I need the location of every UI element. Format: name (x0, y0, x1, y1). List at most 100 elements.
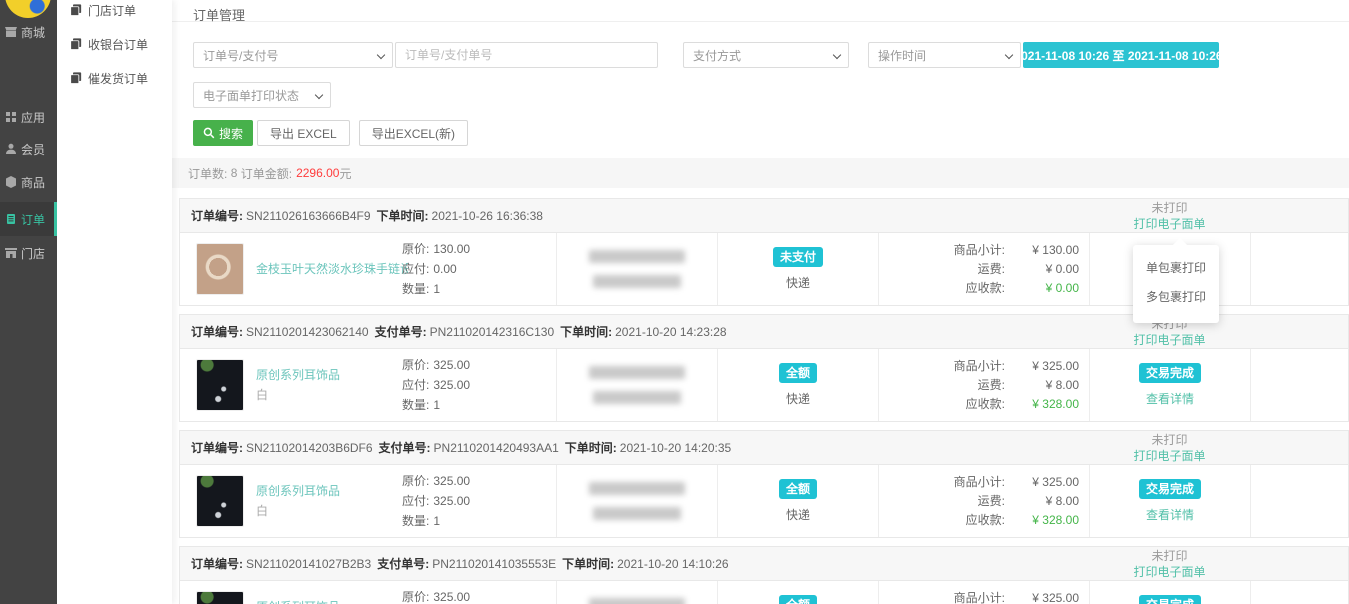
subtotal-label: 商品小计: (954, 357, 1005, 376)
print-waybill-link[interactable]: 打印电子面单 (1089, 564, 1250, 580)
time-field-select[interactable]: 操作时间 (868, 42, 1021, 68)
print-waybill-link[interactable]: 打印电子面单 (1089, 216, 1250, 232)
buyer-phone-redacted (593, 391, 681, 404)
pay-status-badge: 未支付 (773, 247, 823, 267)
order-no-label: 订单编号: (191, 439, 243, 456)
extra-cell (1250, 349, 1348, 421)
print-block: 未打印 打印电子面单 (1089, 548, 1250, 580)
print-single-package-item[interactable]: 单包裹打印 (1133, 254, 1219, 283)
product-prices: 原价:325.00 应付:325.00 数量:1 (402, 587, 470, 604)
chevron-down-icon (377, 51, 385, 59)
search-button[interactable]: 搜索 (193, 120, 253, 146)
trade-status-badge: 交易完成 (1139, 363, 1201, 383)
totals-cell: 商品小计:¥ 325.00 运费:¥ 8.00 应收款:¥ 328.00 (878, 465, 1089, 537)
search-icon (203, 127, 215, 139)
due-price-label: 应付: (402, 494, 429, 508)
order-field-select[interactable]: 订单号/支付号 (193, 42, 393, 68)
order-row: 原创系列耳饰品 白 原价:325.00 应付:325.00 数量:1 全额 快递 (180, 465, 1348, 537)
order-count-label: 订单数: (188, 165, 227, 182)
order-card: 订单编号: SN2110201423062140 支付单号: PN2110201… (179, 314, 1349, 422)
order-time: 2021-10-20 14:10:26 (617, 557, 728, 571)
sidebar-item-members[interactable]: 会员 (0, 132, 57, 166)
payment-cell: 全额 快递 (717, 349, 878, 421)
sidebar-item-apps[interactable]: 应用 (0, 100, 57, 134)
buyer-phone-redacted (593, 507, 681, 520)
search-button-label: 搜索 (219, 125, 243, 142)
order-card-header: 订单编号: SN21102014203B6DF6 支付单号: PN2110201… (180, 431, 1348, 465)
sidebar-item-stores[interactable]: 门店 (0, 236, 57, 270)
order-amount-label: 订单金额: (241, 165, 292, 182)
buyer-name-redacted (589, 598, 685, 604)
order-time-label: 下单时间: (560, 323, 612, 340)
print-status: 未打印 (1089, 200, 1250, 216)
orig-price-label: 原价: (402, 474, 429, 488)
buyer-cell (556, 349, 717, 421)
subtotal-value: ¥ 325.00 (1005, 589, 1079, 604)
keyword-input[interactable] (395, 42, 658, 68)
receivable-label: 应收款: (966, 395, 1005, 414)
orig-price: 325.00 (433, 474, 470, 488)
subtotal-value: ¥ 130.00 (1005, 241, 1079, 260)
product-variant: 白 (256, 502, 408, 519)
receivable-value: ¥ 0.00 (1005, 279, 1079, 298)
print-waybill-link[interactable]: 打印电子面单 (1089, 448, 1250, 464)
extra-cell (1250, 581, 1348, 604)
product-variant: 白 (256, 386, 408, 403)
submenu-item-urge-ship-orders[interactable]: 催发货订单 (57, 61, 172, 95)
order-no: SN2110201423062140 (246, 325, 369, 339)
order-icon (5, 213, 17, 225)
qty-label: 数量: (402, 514, 429, 528)
orig-price-label: 原价: (402, 590, 429, 604)
product-image (196, 475, 244, 527)
due-price-label: 应付: (402, 378, 429, 392)
shipping-label: 运费: (978, 492, 1005, 511)
pay-method-select[interactable]: 支付方式 (683, 42, 849, 68)
page-header: 订单管理 (172, 0, 1349, 22)
order-no: SN21102014203B6DF6 (246, 441, 373, 455)
product-name-link[interactable]: 原创系列耳饰品 (256, 483, 408, 499)
payment-cell: 全额 快递 (717, 581, 878, 604)
print-multi-package-item[interactable]: 多包裹打印 (1133, 283, 1219, 312)
receivable-label: 应收款: (966, 511, 1005, 530)
pay-no: PN2110201420493AA1 (434, 441, 559, 455)
product-name-link[interactable]: 原创系列耳饰品 (256, 599, 408, 604)
export-excel-new-button[interactable]: 导出EXCEL(新) (359, 120, 468, 146)
subtotal-label: 商品小计: (954, 241, 1005, 260)
filter-row-1: 订单号/支付号 支付方式 操作时间 2021-11-08 10:26 至 202… (193, 42, 1349, 68)
sidebar-item-orders[interactable]: 订单 (0, 202, 57, 236)
subtotal-value: ¥ 325.00 (1005, 357, 1079, 376)
sidebar-item-label: 应用 (21, 109, 45, 126)
export-excel-button[interactable]: 导出 EXCEL (257, 120, 350, 146)
due-price: 325.00 (433, 494, 470, 508)
buyer-cell (556, 233, 717, 305)
order-time-label: 下单时间: (377, 207, 429, 224)
product-image (196, 359, 244, 411)
print-waybill-link[interactable]: 打印电子面单 (1089, 332, 1250, 348)
time-field-select-value: 操作时间 (878, 47, 926, 64)
order-card: 订单编号: SN211020141027B2B3 支付单号: PN2110201… (179, 546, 1349, 604)
order-no-label: 订单编号: (191, 207, 243, 224)
product-name-link[interactable]: 金枝玉叶天然淡水珍珠手链设... (256, 261, 408, 277)
submenu-item-label: 催发货订单 (88, 70, 148, 87)
status-cell: 交易完成 查看详情 (1089, 465, 1250, 537)
sidebar-item-goods[interactable]: 商品 (0, 165, 57, 199)
print-status-select[interactable]: 电子面单打印状态 (193, 82, 331, 108)
order-no: SN211026163666B4F9 (246, 209, 371, 223)
view-detail-link[interactable]: 查看详情 (1146, 390, 1194, 407)
subtotal-label: 商品小计: (954, 473, 1005, 492)
submenu-item-label: 门店订单 (88, 2, 136, 19)
product-name-link[interactable]: 原创系列耳饰品 (256, 367, 408, 383)
toolbar: 搜索 导出 EXCEL 导出EXCEL(新) (193, 120, 1349, 146)
sidebar-item-mall[interactable]: 商城 (0, 15, 57, 49)
buyer-cell (556, 581, 717, 604)
submenu-item-store-orders[interactable]: 门店订单 (57, 0, 172, 27)
submenu-item-cashier-orders[interactable]: 收银台订单 (57, 27, 172, 61)
filter-row-2: 电子面单打印状态 (193, 82, 1349, 108)
view-detail-link[interactable]: 查看详情 (1146, 506, 1194, 523)
main-content: 订单管理 订单号/支付号 支付方式 操作时间 2021-11-08 10:26 … (172, 0, 1349, 604)
delivery-method: 快递 (786, 390, 810, 407)
buyer-name-redacted (589, 482, 685, 495)
date-range-button[interactable]: 2021-11-08 10:26 至 2021-11-08 10:26 (1023, 42, 1219, 68)
order-card-header: 订单编号: SN211026163666B4F9 下单时间: 2021-10-2… (180, 199, 1348, 233)
submenu-item-label: 收银台订单 (88, 36, 148, 53)
